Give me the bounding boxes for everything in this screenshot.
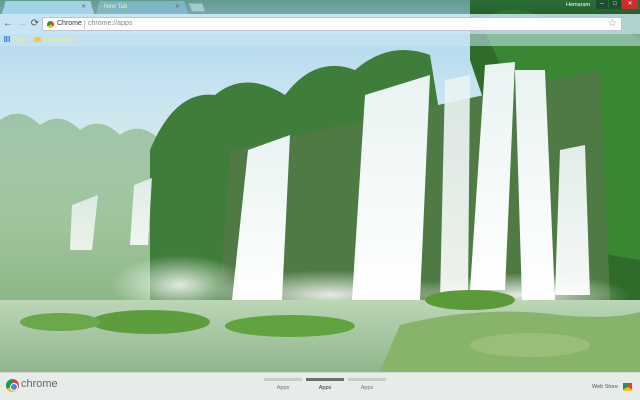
bookmark-label: Apps (13, 37, 27, 43)
omnibox-chip-label: Chrome (57, 20, 82, 27)
back-button[interactable]: ← (2, 17, 14, 31)
page-indicator-1[interactable] (264, 378, 302, 381)
bookmark-folder[interactable]: Bookmarks (34, 35, 74, 45)
bookmarks-bar: Apps Bookmarks (0, 34, 640, 46)
address-bar[interactable]: Chrome chrome://apps ☆ (42, 17, 622, 31)
browser-toolbar: ← → ⟳ Chrome chrome://apps ☆ (0, 14, 640, 34)
web-store-link[interactable]: Web Store (592, 384, 618, 390)
bookmark-star-icon[interactable]: ☆ (608, 18, 617, 29)
forward-button[interactable]: → (16, 17, 28, 31)
title-bar: ✕ New Tab ✕ Hemaram – □ ✕ (0, 0, 640, 14)
waterfall-background (0, 0, 640, 400)
profile-name[interactable]: Hemaram (566, 2, 590, 8)
page-label-2[interactable]: Apps (306, 385, 344, 391)
page-indicator-2[interactable] (306, 378, 344, 381)
new-tab-button[interactable] (188, 3, 206, 12)
folder-icon (34, 36, 41, 42)
tab-close-icon[interactable]: ✕ (175, 1, 180, 14)
tab-new-tab[interactable]: New Tab ✕ (96, 1, 188, 14)
bookmark-label: Bookmarks (44, 37, 75, 43)
waterfall-illustration (0, 0, 640, 372)
tab-apps[interactable]: ✕ (2, 1, 94, 14)
omnibox-divider (84, 20, 85, 29)
page-indicator-3[interactable] (348, 378, 386, 381)
chrome-page-icon (47, 21, 54, 28)
minimize-button[interactable]: – (596, 0, 608, 9)
reload-button[interactable]: ⟳ (29, 17, 41, 31)
close-window-button[interactable]: ✕ (622, 0, 638, 9)
tab-label: New Tab (104, 4, 128, 10)
page-label-3[interactable]: Apps (348, 385, 386, 391)
url-text[interactable]: chrome://apps (88, 20, 132, 27)
page-label-1[interactable]: Apps (264, 385, 302, 391)
chrome-logo-icon (6, 379, 19, 392)
tab-close-icon[interactable]: ✕ (81, 1, 86, 14)
maximize-button[interactable]: □ (609, 0, 621, 9)
apps-grid-icon (4, 36, 10, 43)
apps-launcher-bar: chrome Apps Apps Apps Web Store (0, 372, 640, 400)
bookmark-apps[interactable]: Apps (4, 35, 27, 45)
web-store-icon[interactable] (623, 383, 632, 391)
chrome-brand-text: chrome (21, 378, 58, 390)
